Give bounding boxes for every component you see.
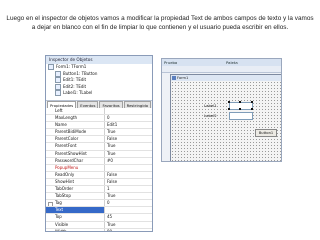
property-name: TabStop bbox=[46, 193, 105, 200]
property-value[interactable]: False bbox=[105, 179, 152, 185]
selection-handle[interactable] bbox=[251, 108, 253, 110]
property-name: ParentFont bbox=[46, 143, 105, 150]
property-grid: Left MaxLength 0 Name Edit1 ParentBidiMode Tru… bbox=[46, 108, 152, 231]
property-value[interactable]: Edit1 bbox=[105, 122, 152, 128]
property-value[interactable]: #0 bbox=[105, 158, 152, 164]
component-tree: Form1: TForm1 Button1: TButton Edit1: TE… bbox=[46, 64, 152, 101]
label1[interactable]: Label1 bbox=[204, 103, 217, 108]
property-row[interactable]: TabOrder 1 bbox=[46, 186, 152, 194]
property-name: Width bbox=[46, 228, 105, 231]
edit-icon bbox=[55, 77, 61, 84]
label2[interactable]: Label2 bbox=[204, 113, 217, 118]
form-icon bbox=[172, 76, 176, 80]
inspector-title: Inspector de Objetos bbox=[46, 56, 152, 64]
property-value[interactable]: True bbox=[105, 193, 152, 199]
button1[interactable]: Button1 bbox=[255, 129, 277, 137]
property-value[interactable]: 0 bbox=[105, 200, 152, 206]
property-name: Visible bbox=[46, 221, 105, 228]
selection-handle[interactable] bbox=[251, 101, 253, 103]
property-name: PasswordChar bbox=[46, 157, 105, 164]
property-name: ParentColor bbox=[46, 136, 105, 143]
label-icon bbox=[55, 90, 61, 97]
property-value[interactable]: True bbox=[105, 222, 152, 228]
property-value[interactable] bbox=[105, 207, 152, 214]
property-value[interactable] bbox=[105, 165, 152, 171]
tab-eventos[interactable]: Eventos bbox=[77, 101, 99, 108]
tree-item[interactable]: Form1: TForm1 bbox=[46, 64, 152, 71]
property-row[interactable]: Visible True bbox=[46, 221, 152, 229]
property-row[interactable]: ParentBidiMode True bbox=[46, 129, 152, 137]
tab-propiedades[interactable]: Propiedades bbox=[47, 101, 77, 108]
edit2-field[interactable] bbox=[229, 112, 253, 120]
property-name: ShowHint bbox=[46, 178, 105, 186]
slide-caption: Luego en el inspector de objetos vamos a… bbox=[6, 15, 314, 31]
property-row[interactable]: Top 45 bbox=[46, 214, 152, 222]
property-value[interactable]: 80 bbox=[105, 229, 152, 231]
property-value[interactable]: 45 bbox=[105, 214, 152, 220]
property-row-selected[interactable]: Text bbox=[46, 207, 152, 215]
property-name: Text bbox=[46, 207, 105, 214]
tree-item[interactable]: Label1: TLabel bbox=[46, 90, 152, 97]
property-name: Left bbox=[46, 108, 105, 115]
property-value[interactable]: True bbox=[105, 129, 152, 135]
selection-handle[interactable] bbox=[228, 101, 230, 103]
tree-item[interactable]: Edit2: TEdit bbox=[46, 83, 152, 91]
property-row[interactable]: ReadOnly False bbox=[46, 171, 152, 179]
tab-restringido[interactable]: Restringido bbox=[123, 101, 152, 108]
property-row[interactable]: Name Edit1 bbox=[46, 122, 152, 130]
component-palette bbox=[162, 66, 281, 73]
tree-item[interactable]: Button1: TButton bbox=[46, 70, 152, 78]
property-row[interactable]: ParentFont True bbox=[46, 143, 152, 151]
property-name: Top bbox=[46, 214, 105, 221]
tree-item[interactable]: Edit1: TEdit bbox=[46, 77, 152, 84]
edit-icon bbox=[55, 83, 61, 90]
object-inspector: Inspector de Objetos Form1: TForm1 Butto… bbox=[45, 55, 153, 232]
inspector-tabs: Propiedades Eventos Favoritos Restringid… bbox=[46, 101, 152, 108]
property-name: ReadOnly bbox=[46, 171, 105, 178]
button-icon bbox=[55, 70, 61, 77]
selection-handle[interactable] bbox=[228, 108, 230, 110]
selection-handle[interactable] bbox=[239, 108, 241, 110]
property-value[interactable]: 0 bbox=[105, 115, 152, 121]
form-icon bbox=[48, 64, 54, 70]
property-row[interactable]: PopupMenu bbox=[46, 164, 152, 172]
property-row[interactable]: PasswordChar #0 bbox=[46, 157, 152, 165]
property-row[interactable]: Width 80 bbox=[46, 228, 152, 231]
property-value[interactable] bbox=[105, 108, 152, 114]
property-name: MaxLength bbox=[46, 115, 105, 122]
palette-tab[interactable]: Paleta bbox=[226, 59, 238, 66]
property-name: Tag bbox=[46, 200, 105, 207]
property-row[interactable]: TabStop True bbox=[46, 193, 152, 201]
property-value[interactable]: 1 bbox=[105, 186, 152, 192]
property-value[interactable]: True bbox=[105, 151, 152, 157]
property-row[interactable]: Left bbox=[46, 108, 152, 116]
property-name: TabOrder bbox=[46, 186, 105, 193]
form1-window[interactable]: Form1 Label1 Label2 Button1 bbox=[170, 74, 281, 161]
property-name: PopupMenu bbox=[46, 164, 105, 171]
property-value[interactable]: True bbox=[105, 143, 152, 149]
property-value[interactable]: False bbox=[105, 172, 152, 178]
property-name: ParentBidiMode bbox=[46, 129, 105, 136]
property-row[interactable]: ParentColor False bbox=[46, 136, 152, 144]
property-row[interactable]: Tag 0 bbox=[46, 200, 152, 208]
form-designer-window: Prueba Paleta Form1 Label1 Label2 Button… bbox=[161, 58, 282, 162]
project-tab[interactable]: Prueba bbox=[164, 60, 177, 65]
design-canvas[interactable]: Label1 Label2 Button1 bbox=[171, 81, 281, 161]
property-row[interactable]: ParentShowHint True bbox=[46, 150, 152, 158]
property-row[interactable]: ShowHint False bbox=[46, 178, 152, 187]
designer-toolbar: Prueba Paleta bbox=[162, 59, 281, 66]
property-row[interactable]: MaxLength 0 bbox=[46, 115, 152, 123]
expand-icon[interactable] bbox=[48, 201, 53, 207]
tab-favoritos[interactable]: Favoritos bbox=[99, 101, 123, 108]
property-name: ParentShowHint bbox=[46, 150, 105, 157]
property-value[interactable]: False bbox=[105, 136, 152, 142]
selection-handle[interactable] bbox=[239, 101, 241, 103]
edit1-field[interactable] bbox=[229, 102, 253, 110]
property-name: Name bbox=[46, 122, 105, 129]
